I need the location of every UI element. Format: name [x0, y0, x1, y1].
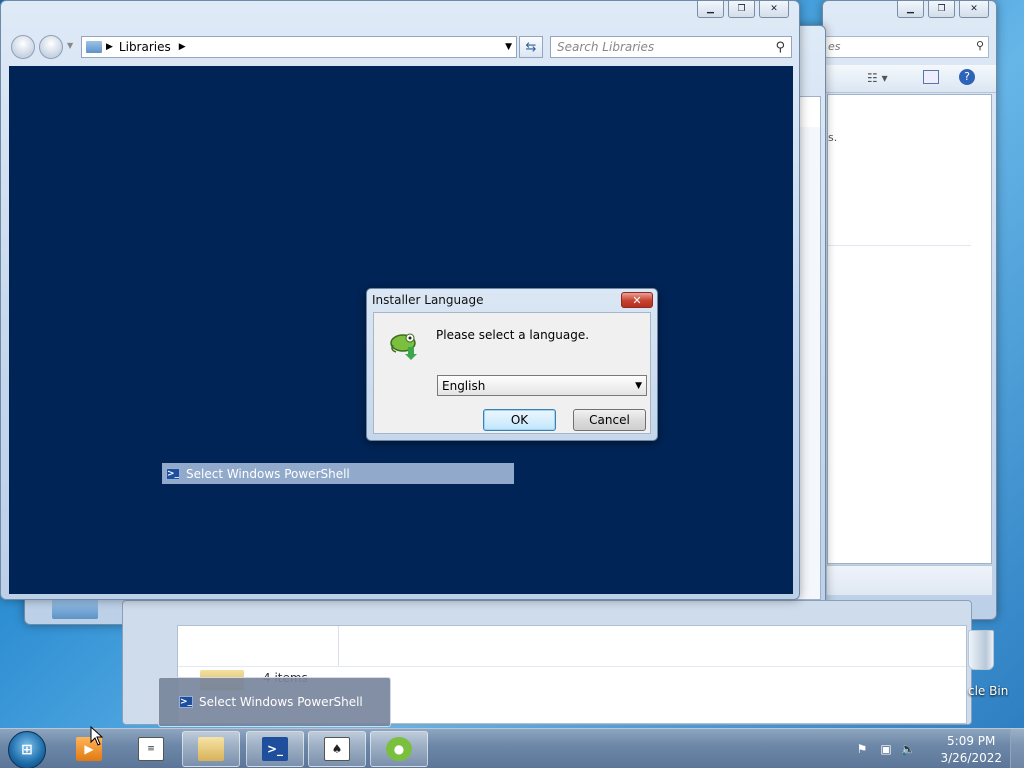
chameleon-installer-icon: ● [386, 737, 412, 761]
recycle-bin-shortcut[interactable]: cle Bin [958, 628, 1024, 700]
mouse-cursor-icon [90, 726, 104, 746]
toolbar: ☷ ▾ ? [823, 65, 996, 93]
recycle-bin-label: cle Bin [968, 684, 1009, 698]
library-folder-icon [52, 599, 98, 619]
navigation-bar: ▼ ▶ Libraries ▶ ▼ ⇆ Search Libraries ⚲ [1, 31, 799, 63]
minimize-button[interactable]: ▁ [897, 1, 924, 18]
breadcrumb-arrow-icon[interactable]: ▶ [179, 42, 186, 52]
dialog-prompt: Please select a language. [436, 328, 590, 342]
console-selection-bar[interactable]: >_ Select Windows PowerShell [162, 463, 514, 484]
libraries-icon [86, 41, 102, 53]
notepad-icon: ≡ [138, 737, 164, 761]
dialog-close-button[interactable]: ✕ [621, 292, 653, 308]
taskbar-item-solitaire[interactable]: ♠ [308, 731, 366, 767]
breadcrumb-libraries[interactable]: Libraries [119, 40, 171, 54]
powershell-icon: >_ [262, 737, 288, 761]
language-select[interactable]: English ▼ [437, 375, 647, 396]
volume-icon[interactable]: 🔈 [900, 741, 916, 757]
search-placeholder: Search Libraries [557, 40, 655, 54]
forward-button[interactable] [39, 35, 63, 59]
divider [828, 245, 971, 246]
taskbar-item-explorer[interactable] [182, 731, 240, 767]
maximize-button[interactable]: ❐ [928, 1, 955, 18]
divider [178, 666, 966, 667]
search-input-fragment[interactable]: es ⚲ [823, 36, 989, 58]
help-icon[interactable]: ? [959, 69, 975, 85]
search-placeholder: es [828, 40, 841, 53]
installer-language-dialog: Installer Language ✕ Please select a lan… [366, 288, 658, 441]
powershell-icon: >_ [179, 696, 193, 708]
dialog-title: Installer Language [372, 293, 484, 307]
close-button[interactable]: ✕ [759, 1, 789, 18]
recent-pages-icon[interactable]: ▼ [67, 41, 73, 50]
taskbar-thumbnail-popup[interactable]: >_ Select Windows PowerShell [158, 677, 391, 727]
window-caption-buttons: ▁ ❐ ✕ [893, 1, 989, 18]
language-selected-value: English [442, 378, 486, 393]
thumbnail-label: Select Windows PowerShell [199, 695, 363, 709]
content-pane: s. [827, 94, 992, 564]
chevron-down-icon: ▼ [635, 380, 642, 391]
chameleon-installer-icon [388, 327, 422, 361]
clock-time: 5:09 PM [947, 734, 996, 748]
action-center-flag-icon[interactable]: ⚑ [854, 741, 870, 757]
recycle-bin-icon [968, 630, 994, 670]
cancel-button[interactable]: Cancel [573, 409, 646, 431]
status-bar [827, 565, 992, 595]
network-icon[interactable]: ▣ [878, 741, 894, 757]
dialog-body: Please select a language. English ▼ OK C… [373, 312, 651, 434]
address-bar[interactable]: ▶ Libraries ▶ ▼ [81, 36, 517, 58]
search-icon: ⚲ [975, 39, 984, 52]
start-button[interactable]: ⊞ [8, 731, 46, 768]
breadcrumb-arrow-icon[interactable]: ▶ [106, 42, 113, 52]
taskbar-item-powershell[interactable]: >_ [246, 731, 304, 767]
console-selection-title: Select Windows PowerShell [186, 466, 350, 481]
content-text-fragment: s. [828, 131, 838, 144]
maximize-button[interactable]: ❐ [728, 1, 755, 18]
divider [338, 626, 339, 666]
preview-pane-icon[interactable] [923, 70, 939, 84]
powershell-icon: >_ [166, 467, 180, 480]
search-icon: ⚲ [775, 39, 785, 55]
taskbar-item-notepad[interactable]: ≡ [122, 731, 180, 767]
clock[interactable]: 5:09 PM 3/26/2022 [940, 733, 1002, 767]
window-caption-buttons: ▁ ❐ ✕ [693, 1, 789, 18]
view-options-icon[interactable]: ☷ ▾ [867, 71, 888, 85]
back-explorer-window-right: ▁ ❐ ✕ es ⚲ ☷ ▾ ? s. [822, 0, 997, 620]
show-desktop-button[interactable] [1010, 729, 1024, 768]
search-input[interactable]: Search Libraries ⚲ [550, 36, 792, 58]
refresh-button[interactable]: ⇆ [519, 36, 543, 58]
address-dropdown-icon[interactable]: ▼ [505, 42, 512, 52]
minimize-button[interactable]: ▁ [697, 1, 724, 18]
back-button[interactable] [11, 35, 35, 59]
taskbar-item-installer[interactable]: ● [370, 731, 428, 767]
folder-icon [198, 737, 224, 761]
ok-button[interactable]: OK [483, 409, 556, 431]
clock-date: 3/26/2022 [940, 751, 1002, 765]
close-button[interactable]: ✕ [959, 1, 989, 18]
taskbar-item-media-player[interactable]: ▶ [60, 731, 118, 767]
cards-icon: ♠ [324, 737, 350, 761]
taskbar: ⊞ ▶ ≡ >_ ♠ ● ⚑ ▣ 🔈 5:09 PM 3/26/2022 [0, 728, 1024, 768]
system-tray: ⚑ ▣ 🔈 5:09 PM 3/26/2022 [854, 729, 1024, 768]
